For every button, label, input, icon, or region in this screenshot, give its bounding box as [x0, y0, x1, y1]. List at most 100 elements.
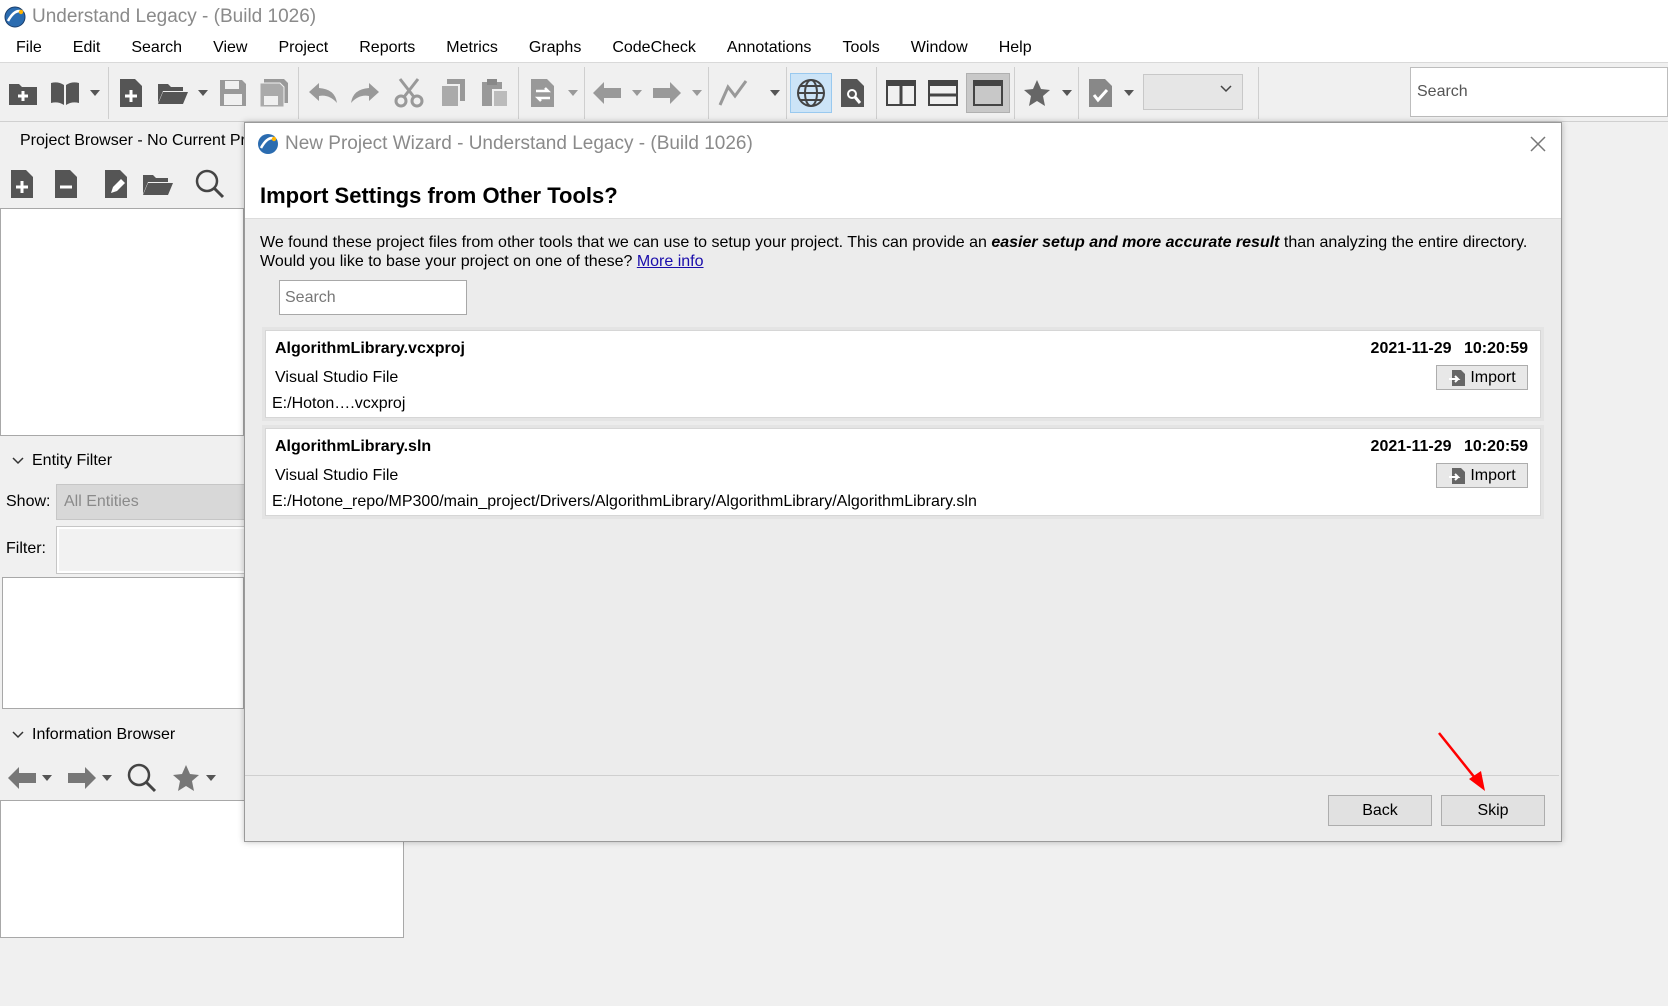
- open-folder-icon[interactable]: [142, 166, 174, 202]
- copy-icon[interactable]: [434, 73, 472, 113]
- dropdown-arrow-icon[interactable]: [768, 73, 782, 113]
- dialog-titlebar: New Project Wizard - Understand Legacy -…: [245, 123, 1561, 165]
- entity-filter-title: Entity Filter: [32, 452, 113, 469]
- project-browser-header[interactable]: Project Browser - No Current Pr: [0, 123, 246, 159]
- dropdown-arrow-icon[interactable]: [88, 73, 102, 113]
- forward-arrow-icon[interactable]: [66, 760, 98, 796]
- show-label: Show:: [6, 493, 51, 510]
- close-icon[interactable]: [1527, 133, 1549, 155]
- remove-file-icon[interactable]: [50, 166, 82, 202]
- dropdown-arrow-icon[interactable]: [204, 760, 218, 796]
- toolbar-combo[interactable]: [1143, 74, 1243, 110]
- project-datetime: 2021-11-29 10:20:59: [1370, 340, 1528, 357]
- project-path: E:/Hotone_repo/MP300/main_project/Driver…: [272, 493, 977, 510]
- globe-icon[interactable]: [790, 73, 832, 113]
- menu-metrics[interactable]: Metrics: [430, 34, 513, 62]
- dialog-heading: Import Settings from Other Tools?: [260, 183, 618, 208]
- single-pane-icon[interactable]: [966, 73, 1010, 113]
- menu-reports[interactable]: Reports: [343, 34, 430, 62]
- menu-tools[interactable]: Tools: [826, 34, 894, 62]
- project-path: E:/Hoton….vcxproj: [272, 395, 406, 412]
- save-icon[interactable]: [214, 73, 252, 113]
- chevron-down-icon: [12, 457, 24, 465]
- understand-logo-icon: [258, 134, 278, 154]
- import-icon: [1449, 467, 1466, 484]
- menu-project[interactable]: Project: [262, 34, 343, 62]
- cut-icon[interactable]: [390, 73, 428, 113]
- menu-window[interactable]: Window: [895, 34, 983, 62]
- project-browser-toolbar: [0, 162, 244, 206]
- split-vertical-icon[interactable]: [882, 73, 920, 113]
- toolbar-search-input[interactable]: Search: [1410, 67, 1668, 117]
- menu-file[interactable]: File: [0, 34, 57, 62]
- open-book-icon[interactable]: [46, 73, 84, 113]
- menu-search[interactable]: Search: [115, 34, 197, 62]
- entity-list-area[interactable]: [2, 577, 244, 709]
- search-file-icon[interactable]: [834, 73, 872, 113]
- star-icon[interactable]: [170, 760, 202, 796]
- dropdown-arrow-icon[interactable]: [566, 73, 580, 113]
- checklist-icon[interactable]: [1082, 73, 1120, 113]
- graph-line-icon[interactable]: [714, 73, 752, 113]
- skip-button[interactable]: Skip: [1441, 795, 1545, 826]
- entity-filter-header[interactable]: Entity Filter: [0, 443, 244, 479]
- edit-file-icon[interactable]: [100, 166, 132, 202]
- dropdown-arrow-icon[interactable]: [690, 73, 704, 113]
- open-folder-icon[interactable]: [154, 73, 192, 113]
- project-tree-area[interactable]: [0, 208, 244, 436]
- search-icon[interactable]: [194, 166, 226, 202]
- menu-edit[interactable]: Edit: [57, 34, 116, 62]
- back-arrow-icon[interactable]: [6, 760, 38, 796]
- split-horizontal-icon[interactable]: [924, 73, 962, 113]
- new-project-icon[interactable]: [4, 73, 42, 113]
- dropdown-arrow-icon[interactable]: [630, 73, 644, 113]
- import-icon: [1449, 369, 1466, 386]
- project-browser-title: Project Browser - No Current Pr: [20, 132, 246, 149]
- menu-codecheck[interactable]: CodeCheck: [596, 34, 711, 62]
- paste-icon[interactable]: [476, 73, 514, 113]
- new-project-wizard-dialog: New Project Wizard - Understand Legacy -…: [244, 122, 1562, 842]
- save-all-icon[interactable]: [256, 73, 294, 113]
- compare-icon[interactable]: [524, 73, 562, 113]
- dropdown-arrow-icon[interactable]: [40, 760, 54, 796]
- dropdown-arrow-icon[interactable]: [100, 760, 114, 796]
- undo-icon[interactable]: [304, 73, 342, 113]
- chevron-down-icon: [12, 731, 24, 739]
- information-browser-toolbar: [0, 756, 244, 800]
- project-datetime: 2021-11-29 10:20:59: [1370, 438, 1528, 455]
- menu-graphs[interactable]: Graphs: [513, 34, 596, 62]
- forward-arrow-icon[interactable]: [648, 73, 686, 113]
- menu-annotations[interactable]: Annotations: [711, 34, 827, 62]
- project-card[interactable]: AlgorithmLibrary.vcxproj 2021-11-29 10:2…: [265, 330, 1541, 418]
- information-browser-title: Information Browser: [32, 726, 176, 743]
- star-icon[interactable]: [1018, 73, 1056, 113]
- main-toolbar: Search: [0, 62, 1668, 122]
- import-button[interactable]: Import: [1436, 365, 1528, 390]
- dialog-title: New Project Wizard - Understand Legacy -…: [285, 133, 753, 154]
- dropdown-arrow-icon[interactable]: [196, 73, 210, 113]
- understand-logo-icon: [4, 6, 26, 28]
- dialog-description: We found these project files from other …: [260, 234, 1528, 270]
- filter-input[interactable]: [56, 526, 256, 574]
- chevron-down-icon: [1220, 85, 1232, 93]
- more-info-link[interactable]: More info: [637, 253, 704, 270]
- dialog-search-input[interactable]: Search: [279, 280, 467, 315]
- show-entities-select[interactable]: All Entities: [56, 484, 256, 520]
- filter-label: Filter:: [6, 540, 46, 557]
- menu-view[interactable]: View: [197, 34, 262, 62]
- dropdown-arrow-icon[interactable]: [1122, 73, 1136, 113]
- back-arrow-icon[interactable]: [588, 73, 626, 113]
- project-card[interactable]: AlgorithmLibrary.sln 2021-11-29 10:20:59…: [265, 428, 1541, 516]
- dialog-header: Import Settings from Other Tools?: [245, 165, 1561, 219]
- search-icon[interactable]: [126, 760, 158, 796]
- menu-help[interactable]: Help: [983, 34, 1047, 62]
- import-button[interactable]: Import: [1436, 463, 1528, 488]
- app-title: Understand Legacy - (Build 1026): [32, 6, 317, 27]
- information-browser-header[interactable]: Information Browser: [0, 717, 244, 753]
- redo-icon[interactable]: [346, 73, 384, 113]
- new-file-icon[interactable]: [112, 73, 150, 113]
- app-titlebar: Understand Legacy - (Build 1026): [0, 0, 1668, 34]
- dropdown-arrow-icon[interactable]: [1060, 73, 1074, 113]
- back-button[interactable]: Back: [1328, 795, 1432, 826]
- add-file-icon[interactable]: [6, 166, 38, 202]
